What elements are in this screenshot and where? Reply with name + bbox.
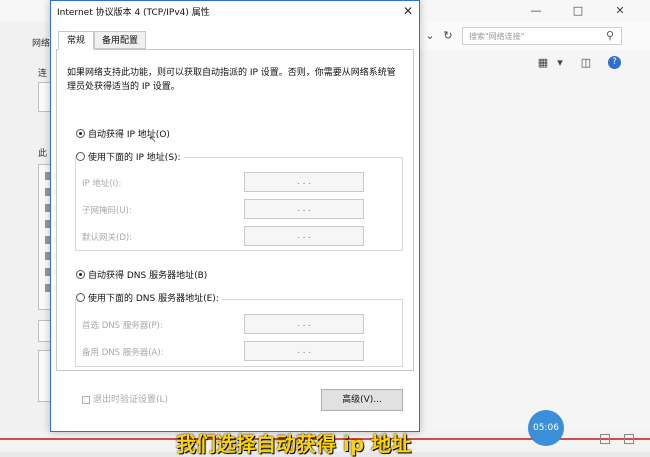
default-gateway-label: 默认网关(D):	[82, 233, 133, 243]
video-time-badge: 05:06	[528, 410, 564, 446]
fullscreen-icon[interactable]	[624, 434, 634, 444]
dialog-title: Internet 协议版本 4 (TCP/IPv4) 属性	[57, 8, 210, 18]
mouse-cursor-icon: ↖	[149, 135, 157, 145]
view-options-icon[interactable]: ▦	[535, 56, 551, 70]
alternate-dns-label: 备用 DNS 服务器(A):	[82, 348, 164, 358]
validate-on-exit-label: 退出时验证设置(L)	[93, 395, 169, 405]
advanced-button[interactable]: 高级(V)...	[321, 389, 403, 411]
preferred-dns-field[interactable]: . . .	[244, 314, 364, 334]
validate-on-exit-row[interactable]: 退出时验证设置(L)	[82, 392, 168, 405]
settings-icon[interactable]	[600, 434, 610, 444]
preview-pane-icon[interactable]: ◫	[578, 56, 594, 70]
subnet-mask-label: 子网掩码(U):	[82, 206, 132, 216]
bg-label: 此	[38, 149, 48, 159]
manual-dns-label: 使用下面的 DNS 服务器地址(E):	[88, 294, 219, 304]
auto-dns-radio[interactable]	[76, 270, 85, 279]
auto-dns-label: 自动获得 DNS 服务器地址(B)	[88, 271, 208, 281]
validate-on-exit-checkbox[interactable]	[82, 395, 90, 404]
manual-ip-radio[interactable]	[76, 152, 85, 161]
manual-dns-radio-row[interactable]: 使用下面的 DNS 服务器地址(E):	[76, 293, 222, 305]
description-text: 如果网络支持此功能，则可以获取自动指派的 IP 设置。否则，你需要从网络系统管理…	[67, 68, 396, 92]
search-icon[interactable]: ⚲	[603, 29, 617, 43]
default-gateway-field[interactable]: . . .	[244, 226, 364, 246]
preferred-dns-label: 首选 DNS 服务器(P):	[82, 321, 163, 331]
auto-ip-radio[interactable]	[76, 129, 85, 138]
ip-address-label: IP 地址(I):	[82, 179, 122, 189]
manual-ip-label: 使用下面的 IP 地址(S):	[88, 153, 181, 163]
tab-general[interactable]: 常规	[58, 31, 94, 50]
background-content	[418, 50, 650, 430]
close-icon[interactable]: ✕	[612, 4, 628, 18]
search-input[interactable]: 搜索"网络连接"	[462, 27, 622, 45]
help-icon[interactable]: ?	[608, 56, 621, 69]
tab-bar: 常规 备用配置	[56, 31, 414, 50]
close-icon[interactable]: ✕	[400, 3, 416, 19]
subnet-mask-field[interactable]: . . .	[244, 199, 364, 219]
auto-dns-radio-row[interactable]: 自动获得 DNS 服务器地址(B)	[76, 270, 207, 282]
maximize-icon[interactable]: □	[570, 4, 586, 18]
ipv4-properties-dialog: Internet 协议版本 4 (TCP/IPv4) 属性 ✕ 常规 备用配置 …	[50, 0, 420, 432]
manual-ip-radio-row[interactable]: 使用下面的 IP 地址(S):	[76, 152, 184, 164]
alternate-dns-field[interactable]: . . .	[244, 341, 364, 361]
bg-label: 连	[38, 69, 48, 79]
minimize-icon[interactable]: —	[528, 4, 544, 18]
refresh-icon[interactable]: ↻	[440, 29, 456, 43]
chevron-down-icon[interactable]: ⌄	[422, 29, 438, 43]
chevron-down-icon[interactable]: ▾	[552, 56, 568, 70]
bg-tab-label: 网络	[32, 39, 51, 49]
video-subtitle: 我们选择自动获得 ip 地址	[176, 432, 412, 456]
ip-address-field[interactable]: . . .	[244, 172, 364, 192]
manual-dns-radio[interactable]	[76, 293, 85, 302]
auto-ip-label: 自动获得 IP 地址(O)	[88, 130, 170, 140]
tab-alternate-config[interactable]: 备用配置	[94, 31, 146, 49]
